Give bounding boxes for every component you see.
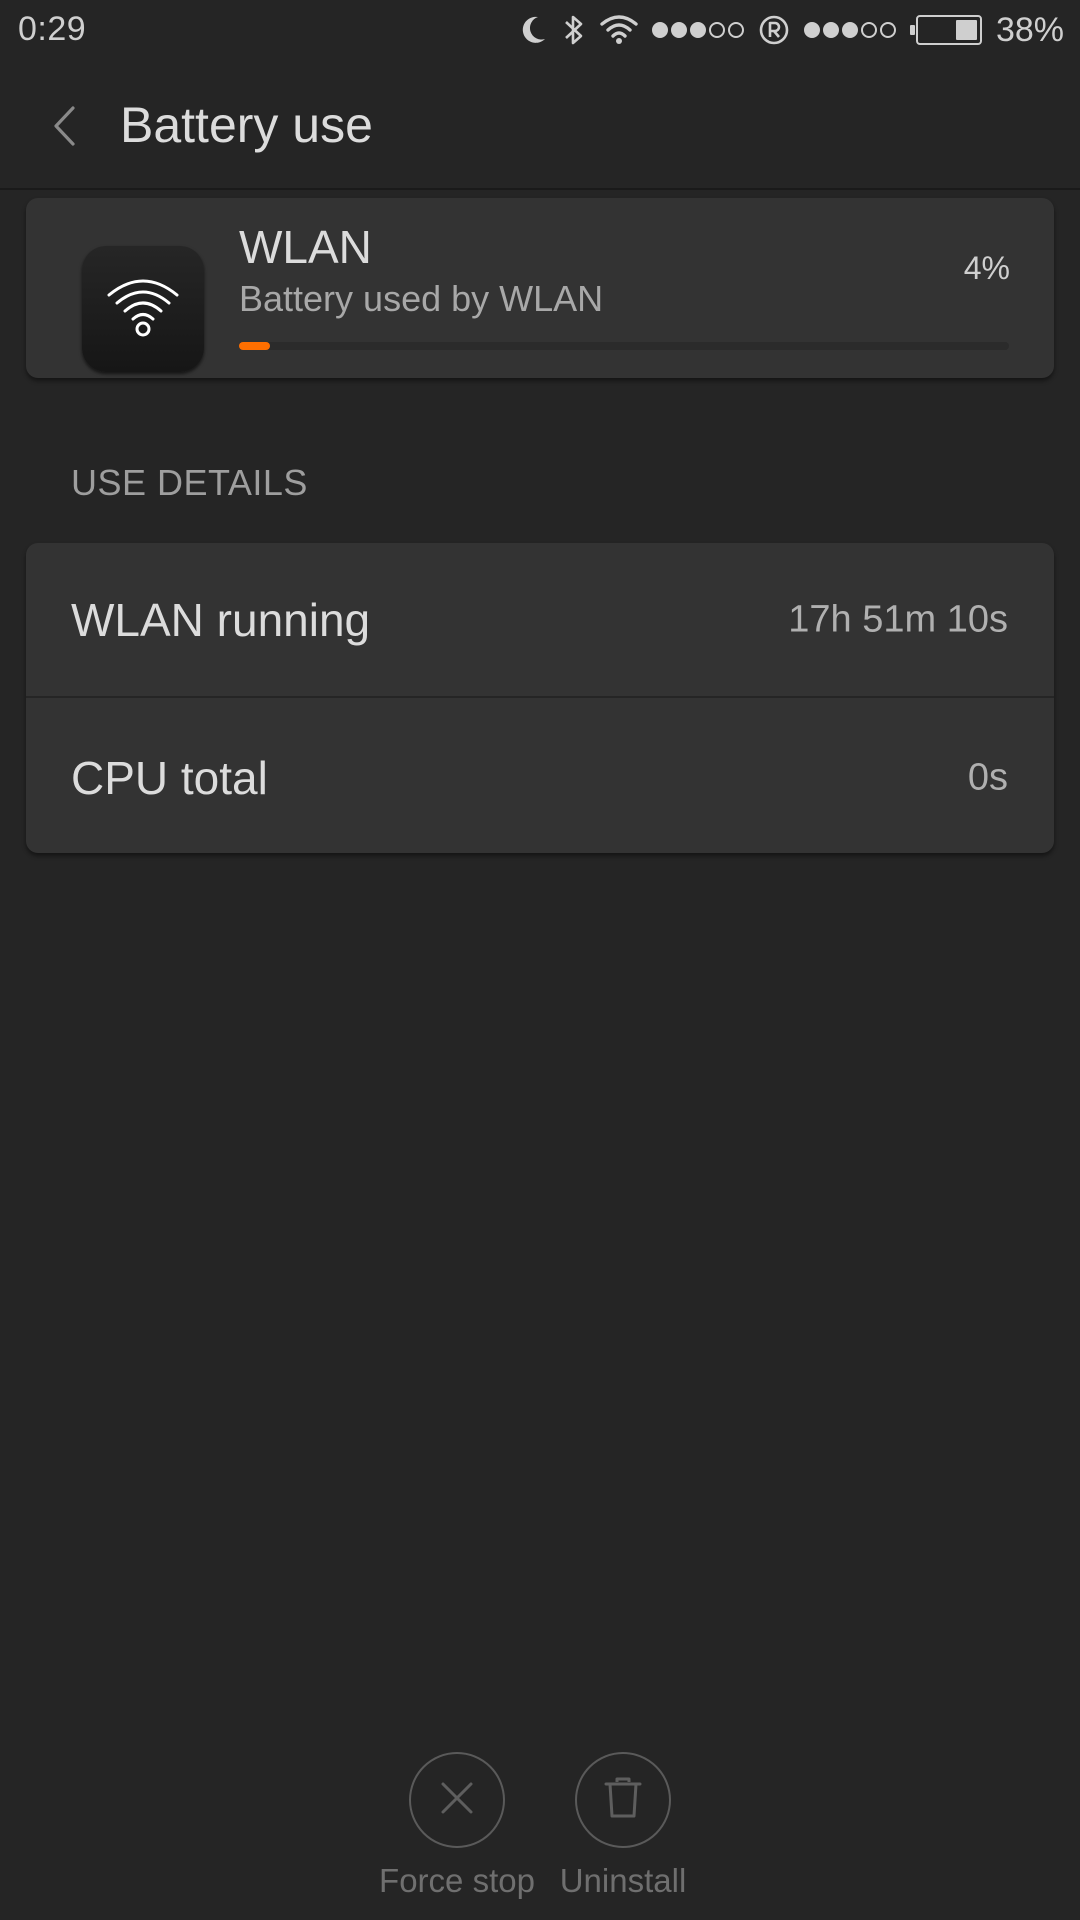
trash-icon	[603, 1776, 643, 1825]
force-stop-label: Force stop	[379, 1862, 535, 1899]
app-header: Battery use	[0, 60, 1080, 190]
chevron-left-icon	[49, 104, 79, 153]
battery-percent: 38%	[995, 10, 1064, 49]
detail-row: WLAN running 17h 51m 10s	[26, 543, 1054, 698]
wifi-icon	[103, 273, 183, 346]
signal-dot	[651, 22, 668, 38]
signal-dot	[879, 22, 896, 38]
battery-level	[955, 20, 977, 40]
signal-dot	[803, 22, 820, 38]
force-stop-button[interactable]: Force stop	[367, 1752, 547, 1912]
wifi-icon	[600, 14, 638, 46]
usage-bar-fill	[239, 342, 270, 350]
section-label: USE DETAILS	[71, 462, 308, 503]
usage-bar	[239, 342, 1009, 350]
signal-dot	[841, 22, 858, 38]
bottom-actions: Force stop Uninstall	[0, 1752, 1080, 1912]
status-time: 0:29	[18, 10, 87, 48]
close-icon	[437, 1778, 477, 1823]
uninstall-button[interactable]: Uninstall	[533, 1752, 713, 1912]
detail-value: 17h 51m 10s	[788, 598, 1008, 640]
moon-icon	[518, 13, 548, 47]
app-icon	[82, 246, 204, 372]
roaming-r-icon	[758, 14, 790, 46]
battery-icon	[909, 15, 982, 45]
signal-dots-icon	[651, 22, 744, 38]
detail-value: 0s	[967, 756, 1008, 798]
status-bar: 0:29 38%	[0, 0, 1080, 60]
detail-label: WLAN running	[71, 593, 371, 646]
signal-dot	[689, 22, 706, 38]
signal-dot	[670, 22, 687, 38]
bluetooth-icon	[562, 13, 586, 47]
app-subtitle: Battery used by WLAN	[239, 278, 604, 319]
signal-dots-icon	[803, 22, 896, 38]
detail-label: CPU total	[71, 751, 268, 804]
force-stop-circle[interactable]	[409, 1752, 505, 1848]
uninstall-circle[interactable]	[575, 1752, 671, 1848]
uninstall-label: Uninstall	[559, 1862, 687, 1899]
page-title: Battery use	[120, 97, 373, 153]
app-usage-percent: 4%	[963, 250, 1010, 286]
app-usage-card: WLAN Battery used by WLAN 4%	[26, 198, 1054, 378]
app-name: WLAN	[239, 221, 372, 273]
signal-dot	[860, 22, 877, 38]
detail-row: CPU total 0s	[26, 700, 1054, 853]
back-button[interactable]	[34, 100, 94, 156]
signal-dot	[727, 22, 744, 38]
signal-dot	[708, 22, 725, 38]
signal-dot	[822, 22, 839, 38]
status-icons: 38%	[518, 8, 1064, 52]
details-card: WLAN running 17h 51m 10s CPU total 0s	[26, 543, 1054, 853]
